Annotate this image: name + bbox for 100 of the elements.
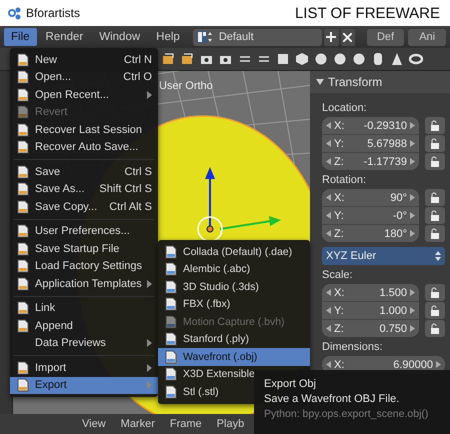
number-field[interactable]: X: 1.500 <box>322 284 419 301</box>
sphere-icon[interactable] <box>333 52 347 66</box>
lock-button[interactable] <box>425 117 445 134</box>
right-arrow-icon[interactable] <box>410 230 415 237</box>
right-arrow-icon[interactable] <box>410 307 415 314</box>
menu-item[interactable]: Export <box>10 376 158 394</box>
cylinder-icon[interactable] <box>371 52 385 66</box>
lock-button[interactable] <box>425 302 445 319</box>
menu-button[interactable]: File <box>4 28 37 46</box>
import-icon[interactable] <box>162 52 176 66</box>
right-arrow-icon[interactable] <box>410 212 415 219</box>
menu-item[interactable]: Recover Auto Save... <box>10 138 158 156</box>
menu-item[interactable]: Save Ctrl S <box>10 163 158 180</box>
panel-header[interactable]: Transform <box>310 71 450 93</box>
menu-item[interactable]: Stanford (.ply) <box>158 330 310 348</box>
close-button[interactable] <box>340 28 356 46</box>
menu-item[interactable]: Save Copy... Ctrl Alt S <box>10 198 158 216</box>
document-icon <box>16 318 30 333</box>
view-label: User Ortho <box>159 80 213 92</box>
menu-item[interactable]: 3D Studio (.3ds) <box>158 278 310 296</box>
left-arrow-icon[interactable] <box>326 325 331 332</box>
menu-button[interactable]: View <box>82 418 106 430</box>
left-arrow-icon[interactable] <box>326 212 331 219</box>
logo-icon <box>8 6 22 20</box>
cone-icon[interactable] <box>390 52 404 66</box>
torus-icon[interactable] <box>409 52 423 66</box>
number-field[interactable]: Y: 5.67988 <box>322 134 419 152</box>
menu-item[interactable]: Link <box>10 300 158 317</box>
document-icon <box>164 350 178 364</box>
pivot-gizmo[interactable] <box>197 216 223 242</box>
menu-item[interactable]: Wavefront (.obj) <box>158 348 310 366</box>
number-field[interactable]: Z: 180° <box>322 224 419 242</box>
menu-item[interactable]: Append <box>10 317 158 334</box>
sphere-icon[interactable] <box>314 52 328 66</box>
cube-icon[interactable] <box>295 52 309 66</box>
lock-button[interactable] <box>425 284 445 301</box>
number-field[interactable]: X: 6.90000 <box>322 356 445 373</box>
padlock-icon <box>430 228 440 239</box>
lock-button[interactable] <box>425 320 445 337</box>
left-arrow-icon[interactable] <box>326 307 331 314</box>
add-button[interactable] <box>324 28 338 46</box>
menu-item[interactable]: FBX (.fbx) <box>158 296 310 313</box>
padlock-icon <box>430 156 440 167</box>
left-arrow-icon[interactable] <box>326 289 331 296</box>
lock-button[interactable] <box>425 225 445 242</box>
axis-arrow[interactable] <box>205 167 215 226</box>
right-arrow-icon[interactable] <box>410 289 415 296</box>
menu-item[interactable]: Save Startup File <box>10 240 158 258</box>
left-arrow-icon[interactable] <box>326 194 331 201</box>
layout-selector[interactable]: Default <box>192 28 322 46</box>
document-icon <box>16 301 30 316</box>
menu-item[interactable]: Load Factory Settings <box>10 258 158 275</box>
menu-item[interactable]: Open... Ctrl O <box>10 68 158 86</box>
left-arrow-icon[interactable] <box>326 361 331 368</box>
number-field[interactable]: Z: -1.17739 <box>322 152 419 170</box>
right-arrow-icon[interactable] <box>410 325 415 332</box>
menu-item[interactable]: Data Previews <box>10 334 158 352</box>
number-field[interactable]: X: -0.29310 <box>322 117 419 134</box>
number-field[interactable]: Z: 0.750 <box>322 319 419 337</box>
right-arrow-icon[interactable] <box>436 361 441 368</box>
menu-button[interactable]: Playb <box>216 418 244 430</box>
menu-item[interactable]: Application Templates <box>10 275 158 292</box>
import-icon[interactable] <box>181 52 195 66</box>
menu-button[interactable]: Render <box>38 28 90 46</box>
menu-item[interactable]: New Ctrl N <box>10 51 158 68</box>
right-arrow-icon[interactable] <box>410 194 415 201</box>
menu-item[interactable]: Recover Last Session <box>10 121 158 138</box>
menu-item[interactable]: User Preferences... <box>10 222 158 240</box>
number-field[interactable]: X: 90° <box>322 189 419 206</box>
rotation-mode-dropdown[interactable]: XYZ Euler <box>322 247 445 265</box>
menu-button[interactable]: Frame <box>170 418 202 430</box>
submenu-arrow-icon <box>147 90 152 99</box>
submenu-arrow-icon <box>147 364 152 372</box>
document-icon <box>16 182 30 196</box>
right-arrow-icon[interactable] <box>410 140 415 147</box>
menu-item[interactable]: Alembic (.abc) <box>158 260 310 278</box>
sphere-icon[interactable] <box>352 52 366 66</box>
workspace-tab[interactable]: Ani <box>408 28 446 46</box>
left-arrow-icon[interactable] <box>326 158 331 165</box>
document-icon <box>16 70 30 84</box>
right-arrow-icon[interactable] <box>410 158 415 165</box>
menu-button[interactable]: Marker <box>120 418 155 430</box>
workspace-tab[interactable]: Def <box>366 28 404 46</box>
left-arrow-icon[interactable] <box>326 230 331 237</box>
number-field[interactable]: Y: 1.000 <box>322 301 419 319</box>
left-arrow-icon[interactable] <box>326 122 331 129</box>
lock-button[interactable] <box>425 135 445 152</box>
lock-button[interactable] <box>425 207 445 224</box>
menu-button[interactable]: Window <box>92 28 148 46</box>
menu-button[interactable]: Help <box>149 28 187 46</box>
menu-item[interactable]: Open Recent... <box>10 86 158 104</box>
lock-button[interactable] <box>425 189 445 206</box>
menu-item[interactable]: Collada (Default) (.dae) <box>158 243 310 260</box>
plane-icon[interactable] <box>276 52 290 66</box>
number-field[interactable]: Y: -0° <box>322 206 419 224</box>
right-arrow-icon[interactable] <box>410 122 415 129</box>
menu-item[interactable]: Import <box>10 359 158 376</box>
menu-item[interactable]: Save As... Shift Ctrl S <box>10 180 158 198</box>
left-arrow-icon[interactable] <box>326 140 331 147</box>
lock-button[interactable] <box>425 153 445 170</box>
